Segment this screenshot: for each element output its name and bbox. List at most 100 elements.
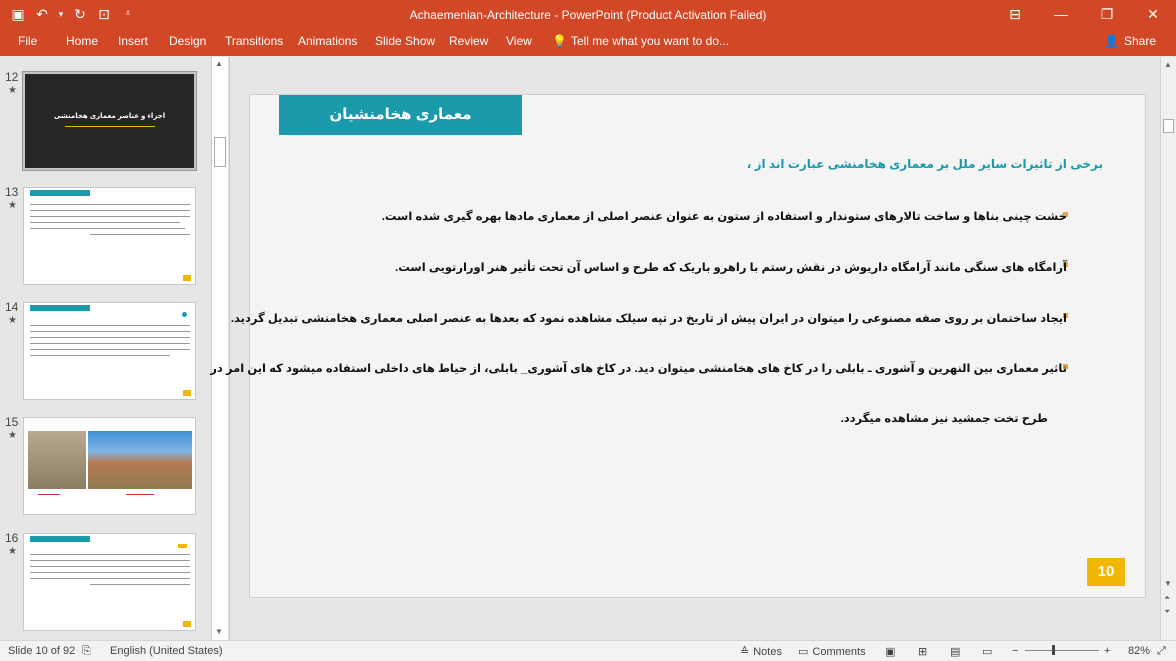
bullet-item: خشت چینی بناها و ساخت تالارهای ستوندار و… [381,211,1067,223]
status-bar: Slide 10 of 92 ⎘ English (United States)… [0,640,1176,661]
thumbnail-header [30,305,90,311]
share-button[interactable]: 👤 Share [1104,34,1156,48]
thumbnail-text-line [30,210,190,211]
current-slide[interactable]: معماری هخامنشیان برخی از تاثیرات سایر مل… [210,94,1146,598]
animation-star-icon: ★ [8,315,17,326]
thumbnail-page-badge [183,275,191,281]
zoom-level[interactable]: 82% [1128,645,1150,657]
fit-to-window-icon[interactable]: ⤢ [1157,645,1166,658]
thumbnail-caption [38,494,60,495]
thumbnail-text-line [30,572,190,573]
thumbnail-text-line [30,222,180,223]
thumbnail-text-line [90,584,190,585]
minimize-button[interactable]: — [1038,0,1084,30]
thumbnail-text-line [30,554,190,555]
notes-button[interactable]: ≙ Notes [740,645,782,659]
scroll-down-icon[interactable]: ▼ [1164,579,1172,588]
thumbnail-page-badge [183,390,191,396]
thumbnail-number: 14 [5,300,19,314]
bullet-item: تاثیر معماری بین النهرین و آشوری ـ بابلی… [210,363,1067,375]
tell-me-text: Tell me what you want to do... [570,34,730,48]
bullet-item: آرامگاه های سنگی مانند آرامگاه داریوش در… [395,262,1067,274]
thumbnail-tag [178,544,187,548]
share-label: Share [1123,34,1156,48]
tab-design[interactable]: Design [169,34,206,48]
scrollbar-thumb[interactable] [214,137,226,167]
slide-scrollbar[interactable]: ▲ ▼ ⏶ ⏷ [1160,57,1176,640]
tab-slide-show[interactable]: Slide Show [375,34,435,48]
thumbnail-number: 16 [5,531,19,545]
zoom-in-icon[interactable]: + [1104,645,1110,657]
slide-sorter-icon[interactable]: ⊞ [918,645,927,658]
thumbnail-number: 15 [5,415,19,429]
thumbnail-text-line [30,343,190,344]
thumbnail-underline [65,126,155,127]
slide-counter: Slide 10 of 92 [8,645,76,657]
tell-me-box[interactable]: 💡 Tell me what you want to do... [552,34,729,48]
thumbnail-title: اجزاء و عناصر معماری هخامنشی [53,113,166,120]
slide-thumbnail-14[interactable] [23,302,196,400]
comments-button[interactable]: ▭ Comments [798,645,866,659]
thumbnail-text-line [30,331,190,332]
previous-slide-icon[interactable]: ⏶ [1164,593,1170,603]
thumbnail-number: 12 [5,70,19,84]
tab-file[interactable]: File [18,34,37,48]
lightbulb-icon: 💡 [552,34,567,48]
scrollbar-thumb[interactable] [1163,119,1174,133]
thumbnail-header [30,536,90,542]
thumbnail-image-citadel [88,431,192,489]
thumbnail-text-line [30,325,190,326]
thumbnail-text-line [30,216,190,217]
next-slide-icon[interactable]: ⏷ [1164,607,1170,617]
thumbnail-text-line [30,566,190,567]
tab-review[interactable]: Review [449,34,488,48]
bullet-item: ایجاد ساختمان بر روی صفه مصنوعی را میتوا… [230,313,1067,325]
slide-thumbnail-13[interactable] [23,187,196,285]
scroll-up-icon[interactable]: ▲ [1164,60,1172,69]
zoom-slider-thumb[interactable] [1052,645,1055,655]
animation-star-icon: ★ [8,85,17,96]
animation-star-icon: ★ [8,430,17,441]
language-indicator[interactable]: English (United States) [110,645,223,657]
notes-icon: ≙ [740,646,750,658]
thumbnail-image-ruins [28,431,86,489]
thumbnail-text-line [30,204,190,205]
slide-thumbnail-15[interactable] [23,417,196,515]
thumbnail-caption [126,494,154,495]
close-button[interactable]: ✕ [1130,0,1176,30]
scroll-down-icon[interactable]: ▼ [215,627,223,636]
thumbnail-scrollbar[interactable]: ▲ ▼ [211,57,228,640]
thumbnail-page-badge [183,621,191,627]
slide-thumbnail-16[interactable] [23,533,196,631]
ribbon-display-options-icon[interactable]: ⊟ [992,0,1038,30]
spell-check-icon[interactable]: ⎘ [82,645,91,658]
thumbnail-text-line [90,234,190,235]
notes-label: Notes [753,645,782,658]
comments-icon: ▭ [798,646,809,658]
bullet-continuation: طرح تخت جمشید نیز مشاهده میگردد. [840,413,1048,425]
slide-thumbnail-12[interactable]: اجزاء و عناصر معماری هخامنشی [22,71,197,171]
thumbnail-number: 13 [5,185,19,199]
thumbnail-text-line [30,578,190,579]
thumbnail-dot [182,312,187,317]
restore-button[interactable]: ❐ [1084,0,1130,30]
tab-insert[interactable]: Insert [118,34,148,48]
thumbnail-text-line [30,228,185,229]
title-bar: ▣ ↶ ▾ ↻ ⊡ ⩡ Achaemenian-Architecture - P… [0,0,1176,30]
thumbnail-text-line [30,337,190,338]
normal-view-icon[interactable]: ▣ [885,645,895,658]
scroll-up-icon[interactable]: ▲ [215,59,223,68]
thumbnail-text-line [30,349,190,350]
slide-subtitle: برخی از تاثیرات سایر ملل بر معماری هخامن… [746,157,1103,171]
tab-transitions[interactable]: Transitions [225,34,283,48]
comments-label: Comments [812,645,866,658]
zoom-slider[interactable] [1025,650,1099,651]
slide-show-icon[interactable]: ▭ [982,645,992,658]
reading-view-icon[interactable]: ▤ [950,645,960,658]
tab-animations[interactable]: Animations [298,34,357,48]
tab-view[interactable]: View [506,34,532,48]
zoom-out-icon[interactable]: − [1012,645,1018,657]
tab-home[interactable]: Home [66,34,98,48]
thumbnail-text-line [30,560,190,561]
thumbnail-text-line [30,355,170,356]
